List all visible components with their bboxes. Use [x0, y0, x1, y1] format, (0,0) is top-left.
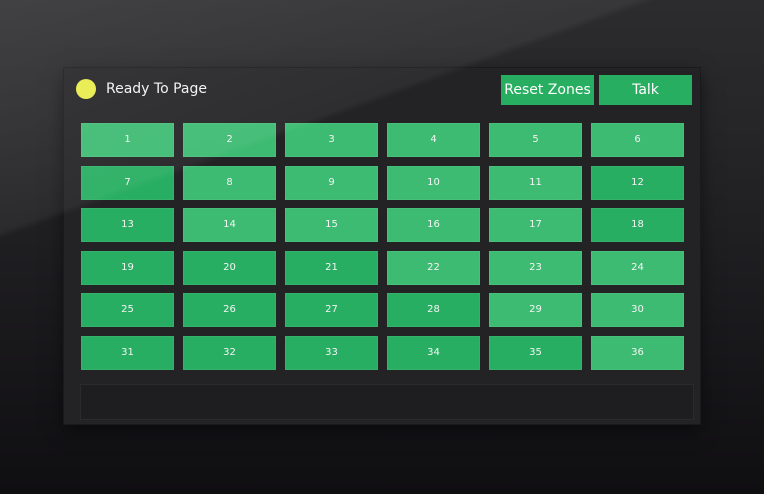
status-indicator-icon: [76, 79, 96, 99]
zone-button-6[interactable]: 6: [591, 123, 684, 157]
zone-button-15[interactable]: 15: [285, 208, 378, 243]
zone-button-26[interactable]: 26: [183, 293, 276, 328]
zone-button-4[interactable]: 4: [387, 123, 480, 157]
zone-button-28[interactable]: 28: [387, 293, 480, 328]
zone-button-19[interactable]: 19: [81, 250, 174, 285]
zone-button-1[interactable]: 1: [81, 123, 174, 157]
zone-button-2[interactable]: 2: [183, 123, 276, 157]
zone-button-25[interactable]: 25: [81, 293, 174, 328]
zone-button-18[interactable]: 18: [591, 208, 684, 243]
zone-button-29[interactable]: 29: [489, 293, 582, 328]
zone-button-32[interactable]: 32: [183, 335, 276, 370]
status-text: Ready To Page: [106, 81, 207, 97]
zone-button-20[interactable]: 20: [183, 250, 276, 285]
talk-button[interactable]: Talk: [599, 75, 692, 105]
panel-footer: [80, 384, 694, 420]
zone-button-24[interactable]: 24: [591, 250, 684, 285]
zone-button-3[interactable]: 3: [285, 123, 378, 157]
zone-button-33[interactable]: 33: [285, 335, 378, 370]
zone-button-14[interactable]: 14: [183, 208, 276, 243]
zone-button-12[interactable]: 12: [591, 165, 684, 200]
zone-button-10[interactable]: 10: [387, 165, 480, 200]
zone-button-36[interactable]: 36: [591, 335, 684, 370]
zone-button-13[interactable]: 13: [81, 208, 174, 243]
zone-button-22[interactable]: 22: [387, 250, 480, 285]
zone-button-23[interactable]: 23: [489, 250, 582, 285]
zone-button-9[interactable]: 9: [285, 165, 378, 200]
zone-button-16[interactable]: 16: [387, 208, 480, 243]
zone-button-7[interactable]: 7: [81, 165, 174, 200]
zone-button-30[interactable]: 30: [591, 293, 684, 328]
zone-button-17[interactable]: 17: [489, 208, 582, 243]
zone-button-8[interactable]: 8: [183, 165, 276, 200]
zone-button-34[interactable]: 34: [387, 335, 480, 370]
zone-button-11[interactable]: 11: [489, 165, 582, 200]
zone-button-5[interactable]: 5: [489, 123, 582, 157]
zone-button-21[interactable]: 21: [285, 250, 378, 285]
zone-button-35[interactable]: 35: [489, 335, 582, 370]
reset-zones-button[interactable]: Reset Zones: [501, 75, 594, 105]
zone-button-31[interactable]: 31: [81, 335, 174, 370]
zone-grid: 1 2 3 4 5 6 7 8 9 10 11 12 13 14 15 16 17 18 19 20 21 22 23 24 2…: [81, 123, 684, 370]
zone-button-27[interactable]: 27: [285, 293, 378, 328]
